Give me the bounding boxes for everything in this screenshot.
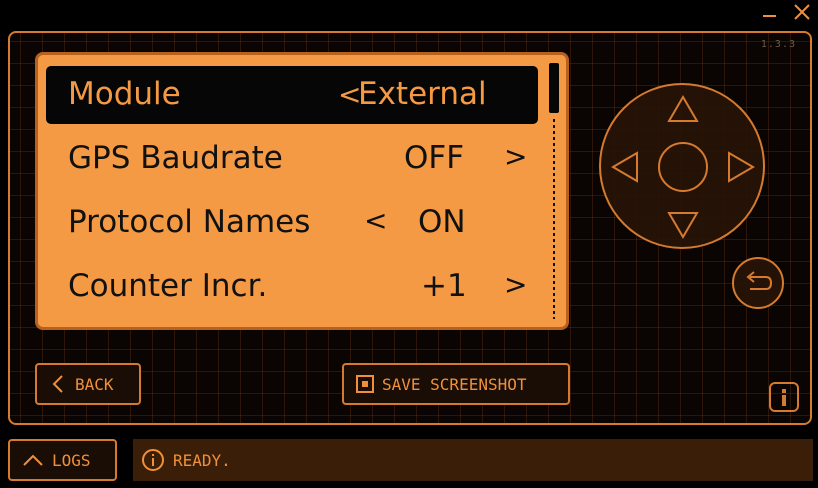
scrollbar-track: [553, 119, 555, 319]
menu-row-value: ON: [418, 204, 466, 240]
chevron-up-icon: [23, 454, 43, 466]
save-screenshot-label: SAVE SCREENSHOT: [382, 374, 527, 394]
device-panel: 1.3.3 Module < External GPS Baudrate OFF…: [8, 31, 812, 425]
scrollbar-thumb[interactable]: [549, 63, 559, 113]
menu-row-label: Protocol Names: [68, 204, 311, 240]
logs-button[interactable]: LOGS: [8, 439, 117, 481]
return-button[interactable]: [732, 257, 784, 309]
dpad-center-button[interactable]: [657, 141, 709, 193]
status-bar: READY.: [133, 439, 813, 481]
menu-row-label: Counter Incr.: [68, 268, 268, 304]
save-icon: [356, 375, 374, 393]
version-label: 1.3.3: [760, 39, 796, 50]
close-button[interactable]: [792, 2, 812, 25]
right-arrow-icon[interactable]: >: [504, 268, 527, 301]
menu-row-protocol-names[interactable]: Protocol Names < ON: [46, 194, 538, 252]
menu-row-gps-baudrate[interactable]: GPS Baudrate OFF >: [46, 130, 538, 188]
right-arrow-icon[interactable]: >: [504, 140, 527, 173]
back-button[interactable]: BACK: [35, 363, 141, 405]
logs-button-label: LOGS: [52, 450, 91, 470]
back-button-label: BACK: [75, 374, 114, 394]
dpad-down-button[interactable]: [667, 211, 699, 239]
menu-row-value: External: [358, 76, 487, 112]
close-icon: [794, 4, 810, 20]
status-text: READY.: [173, 450, 231, 470]
menu-row-value: OFF: [404, 140, 465, 176]
dpad-left-button[interactable]: [611, 151, 639, 183]
menu-scrollbar[interactable]: [548, 63, 562, 321]
lcd-screen: Module < External GPS Baudrate OFF > Pro…: [35, 52, 569, 330]
save-screenshot-button[interactable]: SAVE SCREENSHOT: [342, 363, 570, 405]
info-button[interactable]: [768, 381, 800, 413]
minimize-icon: [763, 15, 776, 17]
left-arrow-icon[interactable]: <: [364, 204, 387, 237]
info-icon: [769, 382, 799, 412]
dpad-up-button[interactable]: [667, 95, 699, 123]
return-icon: [746, 271, 773, 290]
menu-row-counter-incr[interactable]: Counter Incr. +1 >: [46, 258, 538, 316]
menu-row-module[interactable]: Module < External: [46, 66, 538, 124]
minimize-button[interactable]: [762, 0, 778, 23]
dpad-right-button[interactable]: [727, 151, 755, 183]
menu-row-value: +1: [421, 268, 467, 304]
menu-row-label: GPS Baudrate: [68, 140, 283, 176]
menu-row-label: Module: [68, 76, 181, 112]
info-circle-icon: [142, 449, 164, 471]
chevron-left-icon: [52, 375, 63, 393]
dpad: [599, 83, 765, 249]
